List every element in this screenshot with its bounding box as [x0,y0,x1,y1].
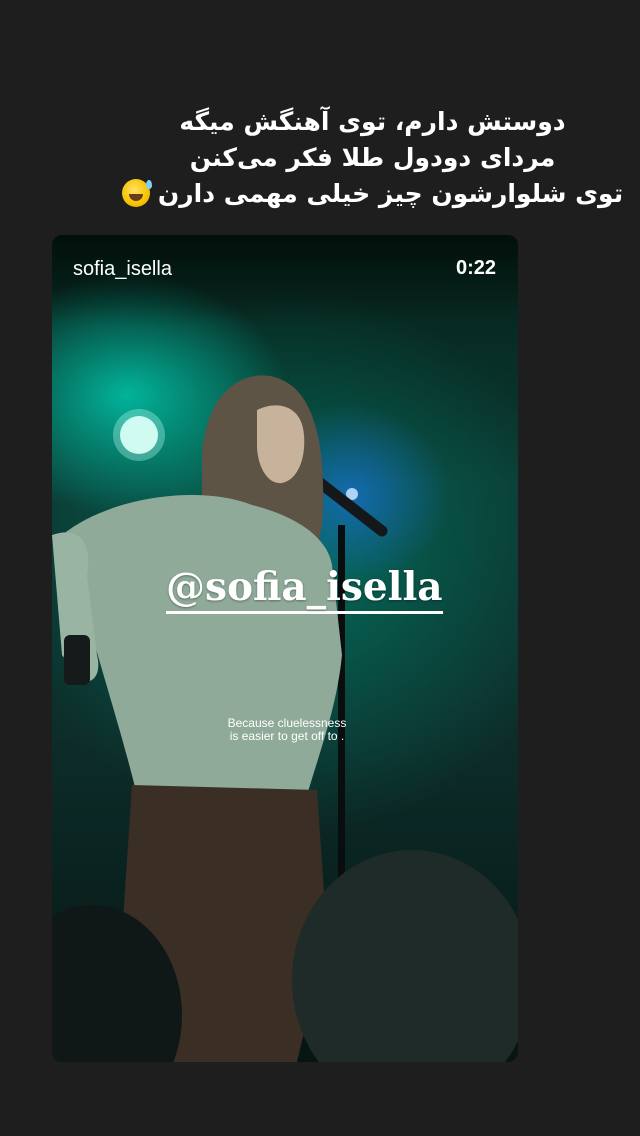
story-caption: دوستش دارم، توی آهنگش میگه مردای دودول ط… [120,104,625,212]
lyric-line-2: is easier to get off to . [229,729,345,743]
mention-username: sofia_isella [205,564,443,610]
grinning-sweat-emoji-icon [121,179,152,207]
concert-photo [52,235,518,1062]
at-sign-icon: @ [166,564,205,610]
video-timer: 0:22 [455,257,496,279]
lyric-subtitle: Because cluelessness is easier to get of… [162,717,412,743]
shared-video-card[interactable]: sofia_isella 0:22 @sofia_isella Because … [52,235,518,1062]
caption-line-3: توی شلوارشون چیز خیلی مهمی دارن [120,176,625,212]
caption-line-3-text: توی شلوارشون چیز خیلی مهمی دارن [157,179,624,208]
caption-line-2: مردای دودول طلا فکر می‌کنن [189,143,556,172]
mention-sticker[interactable]: @sofia_isella [166,564,443,614]
caption-line-1: دوستش دارم، توی آهنگش میگه [179,107,566,136]
video-author-username[interactable]: sofia_isella [73,258,172,281]
